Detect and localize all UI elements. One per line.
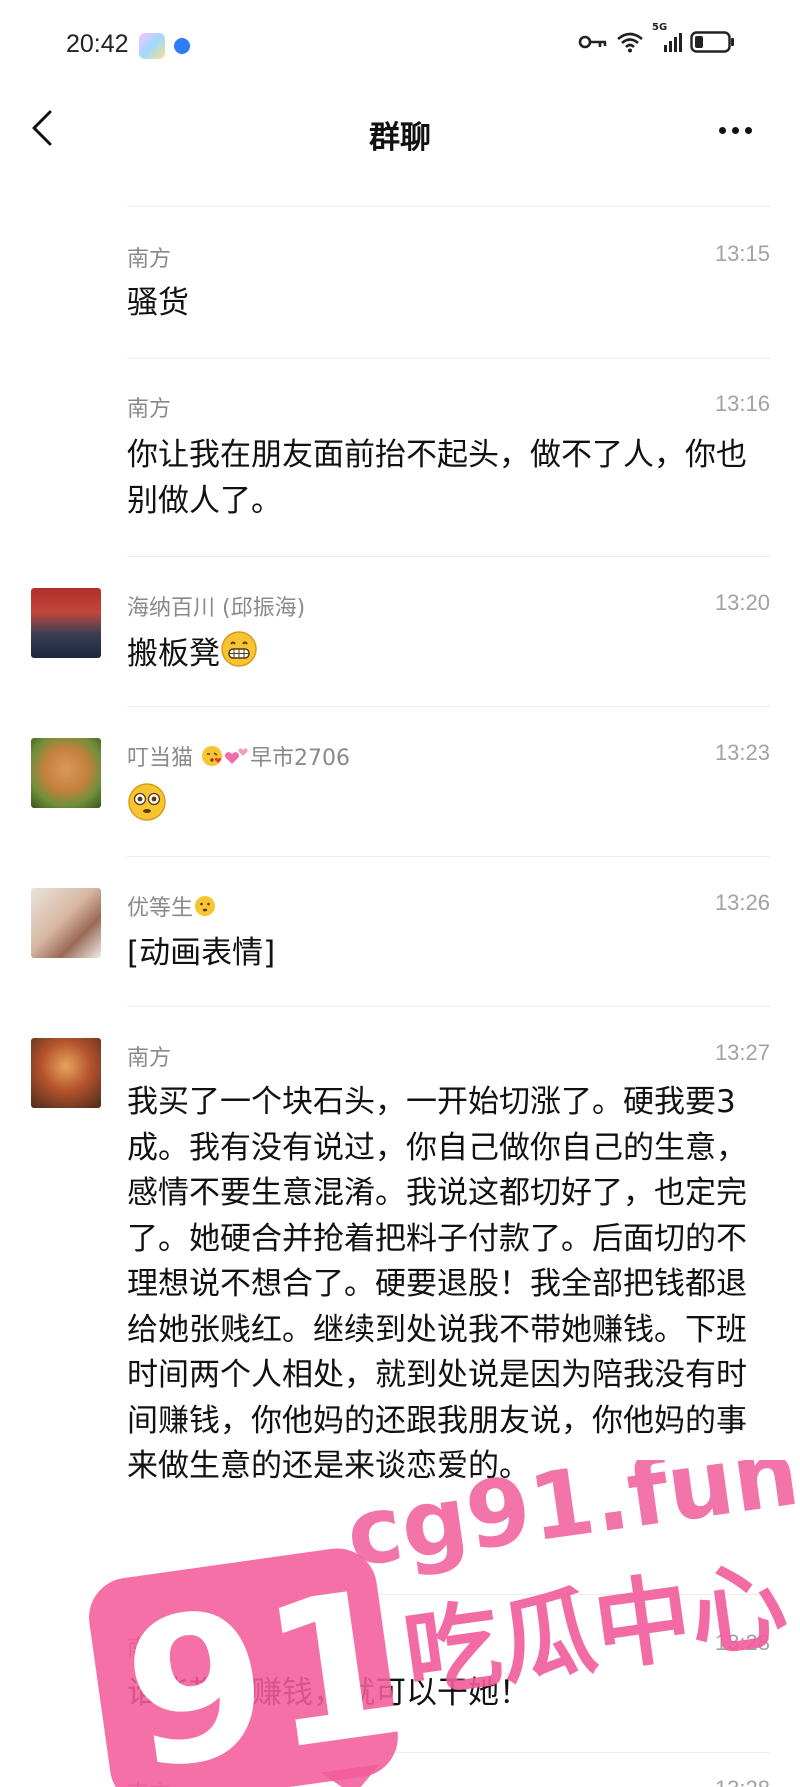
message-sender: 优等生 xyxy=(127,896,194,921)
more-options-button[interactable] xyxy=(716,118,764,142)
message-text: 谁能带她赚钱，就可以干她！ xyxy=(127,1675,530,1711)
status-bar: 20:42 5G xyxy=(0,0,800,90)
divider xyxy=(127,556,770,557)
cellular-signal-icon: 5G xyxy=(652,22,682,54)
two-hearts-emoji-icon xyxy=(224,744,250,774)
wifi-icon xyxy=(616,31,644,53)
grinning-emoji-icon xyxy=(220,630,258,681)
message-time: 13:28 xyxy=(714,1630,770,1655)
message-text xyxy=(127,782,770,835)
divider xyxy=(127,206,770,207)
more-dot xyxy=(719,127,726,134)
message-text: 骚货 xyxy=(127,285,189,321)
message-text: [动画表情] xyxy=(127,935,276,971)
message-sender: 南方 xyxy=(127,1046,172,1071)
message-time: 13:23 xyxy=(714,740,770,765)
app-notification-dot-icon xyxy=(174,38,190,54)
app-notification-icon xyxy=(139,33,165,59)
message-sender: 南方 xyxy=(127,1776,171,1787)
message-sender-row: 优等生 xyxy=(127,890,217,924)
battery-icon xyxy=(690,30,736,54)
divider xyxy=(127,358,770,359)
avatar[interactable] xyxy=(31,588,101,658)
watermark: 91 cg91.fun 吃瓜中心 xyxy=(0,1419,800,1787)
avatar[interactable] xyxy=(31,888,101,958)
divider xyxy=(127,1752,770,1753)
message-time: 13:27 xyxy=(714,1040,770,1065)
divider xyxy=(127,1594,770,1595)
message-time: 13:20 xyxy=(714,590,770,615)
divider xyxy=(127,1006,770,1007)
status-time: 20:42 xyxy=(66,30,129,58)
shushing-emoji-icon xyxy=(193,894,217,924)
message-time: 13:16 xyxy=(714,391,770,416)
message-time: 13:26 xyxy=(714,890,770,915)
message-text: 我买了一个块石头，一开始切涨了。硬我要3成。我有没有说过，你自己做你自己的生意，… xyxy=(127,1084,747,1484)
page-title: 群聊 xyxy=(369,120,431,156)
watermark-number: 91 xyxy=(112,1546,420,1787)
message-time: 13:28 xyxy=(715,1776,770,1787)
message-sender-suffix: 早市2706 xyxy=(250,746,351,771)
divider xyxy=(127,856,770,857)
message-text-content: 搬板凳 xyxy=(127,636,220,672)
message-time: 13:15 xyxy=(714,241,770,266)
more-dot xyxy=(745,127,752,134)
more-dot xyxy=(732,127,739,134)
message-sender: 南方 xyxy=(127,397,172,422)
message-sender-row: 叮当猫 早市2706 xyxy=(127,740,350,774)
avatar[interactable] xyxy=(31,1038,101,1108)
kissing-heart-emoji-icon xyxy=(200,744,224,774)
message-sender: 南方 xyxy=(127,1636,172,1661)
network-type-label: 5G xyxy=(652,22,668,33)
message-text: 搬板凳 xyxy=(127,630,770,681)
vpn-key-icon xyxy=(578,34,608,50)
message-sender: 海纳百川 (邱振海) xyxy=(127,596,306,621)
flushed-emoji-icon xyxy=(127,782,167,835)
message-sender: 叮当猫 xyxy=(127,746,194,771)
divider xyxy=(127,706,770,707)
message-text: 你让我在朋友面前抬不起头，做不了人，你也别做人了。 xyxy=(127,437,747,519)
status-indicators: 5G xyxy=(578,22,736,54)
watermark-logo: 91 cg91.fun 吃瓜中心 xyxy=(89,1419,800,1787)
avatar[interactable] xyxy=(31,738,101,808)
message-sender: 南方 xyxy=(127,247,172,272)
